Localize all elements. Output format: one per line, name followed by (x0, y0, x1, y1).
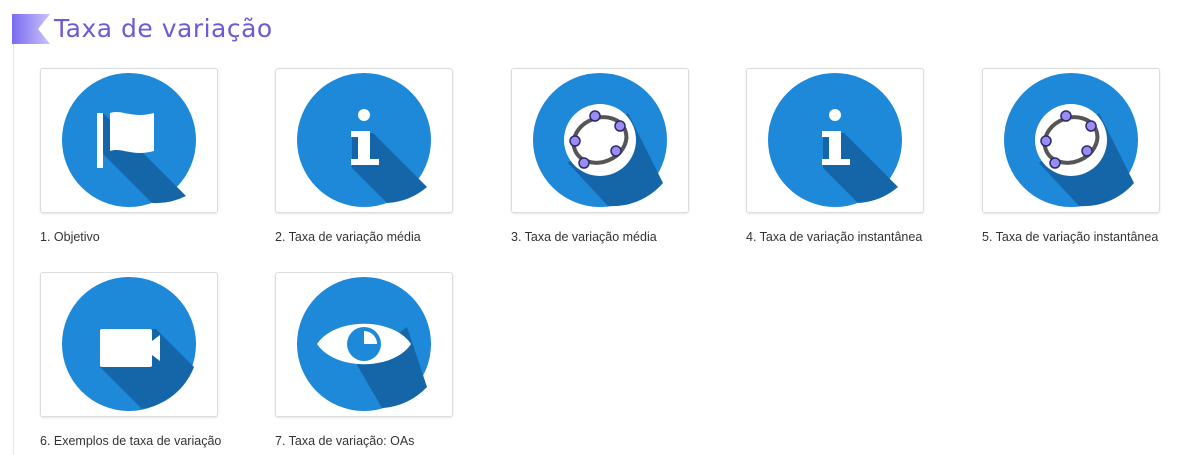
left-divider (13, 44, 14, 455)
geogebra-icon (533, 73, 667, 207)
page-title: Taxa de variação (54, 14, 273, 43)
info-icon (297, 73, 431, 207)
activity-label[interactable]: 4. Taxa de variação instantânea (746, 230, 922, 244)
section-header: Taxa de variação (12, 12, 273, 46)
activity-label[interactable]: 3. Taxa de variação média (511, 230, 657, 244)
activity-thumbnail[interactable] (275, 68, 453, 213)
geogebra-icon (1004, 73, 1138, 207)
activity-thumbnail[interactable] (746, 68, 924, 213)
activity-label[interactable]: 7. Taxa de variação: OAs (275, 434, 414, 448)
activity-label[interactable]: 2. Taxa de variação média (275, 230, 421, 244)
page: Taxa de variação 1. Objetivo 2. Taxa de … (0, 0, 1178, 455)
info-icon (768, 73, 902, 207)
activity-label[interactable]: 5. Taxa de variação instantânea (982, 230, 1158, 244)
activity-thumbnail[interactable] (40, 272, 218, 417)
activity-thumbnail[interactable] (40, 68, 218, 213)
activity-label[interactable]: 1. Objetivo (40, 230, 100, 244)
eye-icon (297, 277, 431, 411)
activity-thumbnail[interactable] (275, 272, 453, 417)
activity-thumbnail[interactable] (511, 68, 689, 213)
activity-thumbnail[interactable] (982, 68, 1160, 213)
banner-chevron-icon (12, 14, 50, 44)
flag-icon (62, 73, 196, 207)
activity-label[interactable]: 6. Exemplos de taxa de variação (40, 434, 221, 448)
video-camera-icon (62, 277, 196, 411)
